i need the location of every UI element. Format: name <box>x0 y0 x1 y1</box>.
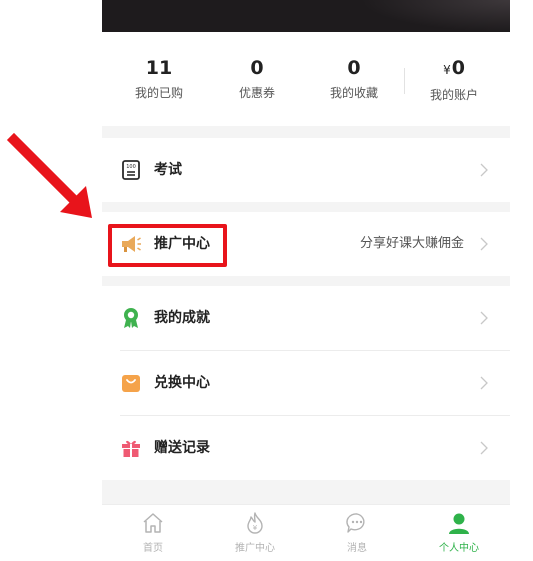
menu-item-exchange-center[interactable]: 兑换中心 <box>102 351 510 415</box>
chat-icon <box>346 513 365 533</box>
tab-home[interactable]: 首页 <box>102 505 204 561</box>
menu-item-label: 考试 <box>154 162 182 178</box>
profile-screen: 11 我的已购 0 优惠券 0 我的收藏 ¥0 我的账户 100 考试 推广中心… <box>102 0 510 561</box>
stats-bar: 11 我的已购 0 优惠券 0 我的收藏 ¥0 我的账户 <box>102 56 510 116</box>
stat-value: 0 <box>347 57 361 79</box>
tab-profile[interactable]: 个人中心 <box>408 505 510 561</box>
medal-icon <box>124 308 138 328</box>
tab-label: 首页 <box>143 543 163 554</box>
tab-label: 个人中心 <box>439 543 479 554</box>
tab-messages[interactable]: 消息 <box>306 505 408 561</box>
gift-icon <box>122 440 140 457</box>
header-banner <box>102 0 510 32</box>
stat-value: 11 <box>145 57 173 79</box>
account-balance: 0 <box>451 57 465 79</box>
bag-icon <box>122 375 140 392</box>
home-icon <box>143 513 163 533</box>
chevron-right-icon <box>480 237 488 251</box>
stat-value: ¥0 <box>403 56 505 82</box>
tab-promotion-center[interactable]: ¥ 推广中心 <box>204 505 306 561</box>
annotation-highlight-box <box>108 224 227 267</box>
menu-item-gift-records[interactable]: 赠送记录 <box>102 416 510 480</box>
exam-icon: 100 <box>122 160 140 180</box>
stat-favorites[interactable]: 0 我的收藏 <box>303 56 405 100</box>
menu-item-label: 兑换中心 <box>154 375 210 391</box>
section-gap <box>102 480 510 504</box>
annotation-arrow <box>6 132 92 218</box>
bottom-tab-bar: 首页 ¥ 推广中心 消息 个人中心 <box>102 504 510 561</box>
chevron-right-icon <box>480 441 488 455</box>
chevron-right-icon <box>480 376 488 390</box>
section-gap <box>102 126 510 138</box>
stat-account[interactable]: ¥0 我的账户 <box>403 56 505 102</box>
stat-coupons[interactable]: 0 优惠券 <box>206 56 308 100</box>
tab-label: 推广中心 <box>235 543 275 554</box>
stat-label: 我的收藏 <box>329 86 378 100</box>
section-gap <box>102 202 510 212</box>
stat-label: 我的已购 <box>134 86 183 100</box>
section-gap <box>102 276 510 286</box>
menu-item-exam[interactable]: 100 考试 <box>102 138 510 202</box>
flame-icon: ¥ <box>247 512 263 534</box>
currency-symbol: ¥ <box>443 63 451 77</box>
menu-item-achievements[interactable]: 我的成就 <box>102 286 510 350</box>
svg-text:¥: ¥ <box>253 524 258 532</box>
tab-label: 消息 <box>347 543 367 554</box>
svg-text:100: 100 <box>126 164 136 170</box>
person-icon <box>449 513 469 534</box>
stat-label: 我的账户 <box>429 88 478 102</box>
chevron-right-icon <box>480 311 488 325</box>
menu-item-label: 我的成就 <box>154 310 210 326</box>
stat-purchased[interactable]: 11 我的已购 <box>108 56 210 100</box>
stat-value: 0 <box>250 57 264 79</box>
stat-label: 优惠券 <box>238 86 275 100</box>
chevron-right-icon <box>480 163 488 177</box>
menu-item-label: 赠送记录 <box>154 440 210 456</box>
promo-hint: 分享好课大赚佣金 <box>359 236 464 251</box>
